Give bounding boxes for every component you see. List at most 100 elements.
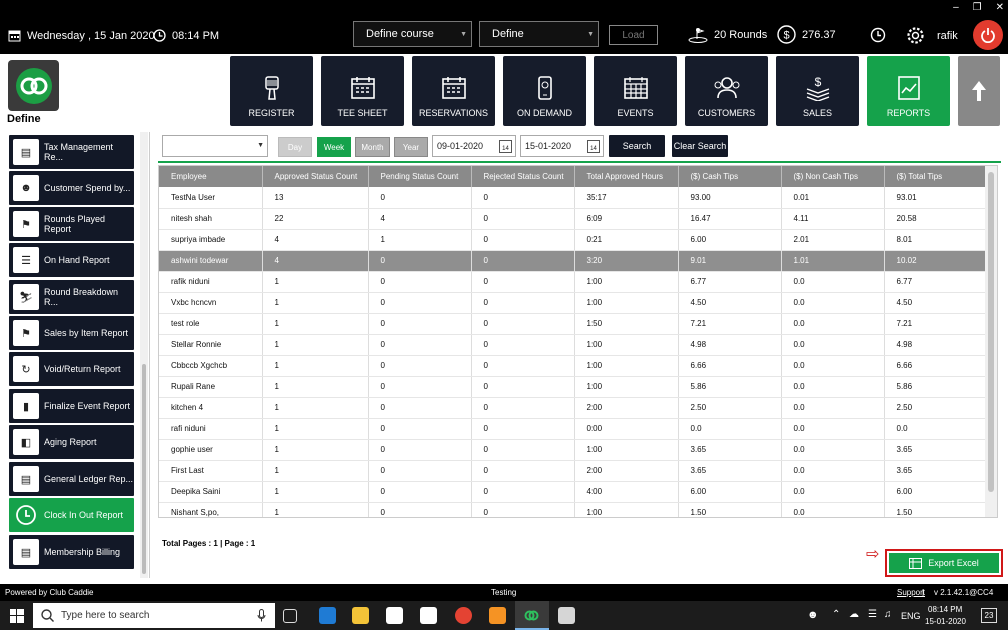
load-button[interactable]: Load xyxy=(609,25,658,45)
from-date-field[interactable]: 09-01-2020 14 xyxy=(432,135,516,157)
clear-search-button[interactable]: Clear Search xyxy=(672,135,728,157)
sidebar-item-aging[interactable]: ◧ Aging Report xyxy=(9,425,134,459)
nav-on-demand[interactable]: ON DEMAND xyxy=(503,56,586,126)
sidebar-item-tax-management[interactable]: ▤ Tax Management Re... xyxy=(9,135,134,169)
column-header[interactable]: Approved Status Count xyxy=(262,166,369,187)
gear-icon xyxy=(907,27,924,44)
sidebar-item-rounds-played[interactable]: ⚑ Rounds Played Report xyxy=(9,207,134,241)
sidebar-item-general-ledger[interactable]: ▤ General Ledger Rep... xyxy=(9,462,134,496)
mail-icon[interactable] xyxy=(420,607,437,624)
sidebar-scrollbar[interactable] xyxy=(140,132,148,578)
scrollbar-thumb[interactable] xyxy=(142,364,146,574)
table-row[interactable]: Deepika Saini 1 0 0 4:00 6.00 0.0 6.00 xyxy=(159,481,988,503)
calendar-icon[interactable]: 14 xyxy=(587,140,600,153)
nav-reservations[interactable]: RESERVATIONS xyxy=(412,56,495,126)
sidebar-item-sales-by-item[interactable]: ⚑ Sales by Item Report xyxy=(9,316,134,350)
calendar-icon xyxy=(441,77,466,99)
table-row[interactable]: TestNa User 13 0 0 35:17 93.00 0.01 93.01 xyxy=(159,187,988,209)
clock-date[interactable]: 15-01-2020 xyxy=(925,617,966,626)
nav-events[interactable]: EVENTS xyxy=(594,56,677,126)
table-row[interactable]: test role 1 0 0 1:50 7.21 0.0 7.21 xyxy=(159,313,988,335)
table-row[interactable]: Stellar Ronnie 1 0 0 1:00 4.98 0.0 4.98 xyxy=(159,334,988,356)
scrollbar-thumb[interactable] xyxy=(988,172,994,492)
column-header[interactable]: ($) Total Tips xyxy=(884,166,988,187)
column-header[interactable]: Total Approved Hours xyxy=(574,166,679,187)
microphone-icon[interactable] xyxy=(257,609,266,622)
table-row[interactable]: Cbbccb Xgchcb 1 0 0 1:00 6.66 0.0 6.66 xyxy=(159,355,988,377)
table-row[interactable]: ashwini todewar 4 0 0 3:20 9.01 1.01 10.02 xyxy=(159,250,988,272)
club-caddie-taskbar-item[interactable] xyxy=(515,601,549,630)
table-row[interactable]: rafi niduni 1 0 0 0:00 0.0 0.0 0.0 xyxy=(159,418,988,440)
course-select[interactable]: Define course ▼ xyxy=(353,21,472,47)
table-row[interactable]: First Last 1 0 0 2:00 3.65 0.0 3.65 xyxy=(159,460,988,482)
sidebar-item-clock-in-out[interactable]: Clock In Out Report xyxy=(9,498,134,532)
table-row[interactable]: kitchen 4 1 0 0 2:00 2.50 0.0 2.50 xyxy=(159,397,988,419)
table-cell: 6.00 xyxy=(678,229,782,251)
restore-icon[interactable]: ❐ xyxy=(973,2,982,13)
notification-badge[interactable]: 23 xyxy=(981,608,997,623)
nav-customers[interactable]: CUSTOMERS xyxy=(685,56,768,126)
chevron-up-icon[interactable]: ⌃ xyxy=(832,609,840,620)
windows-start-icon[interactable] xyxy=(10,609,24,623)
table-row[interactable]: Nishant S,po, 1 0 0 1:00 1.50 0.0 1.50 xyxy=(159,502,988,517)
settings-button[interactable]: rafik xyxy=(906,26,958,45)
sidebar-item-finalize-event[interactable]: ▮ Finalize Event Report xyxy=(9,389,134,423)
taskbar-search-input[interactable]: Type here to search xyxy=(33,603,275,628)
period-week-button[interactable]: Week xyxy=(317,137,351,157)
people-icon[interactable]: ☻ xyxy=(807,609,819,621)
network-icon[interactable]: ☰ xyxy=(868,609,877,620)
export-excel-button[interactable]: Export Excel xyxy=(889,553,999,573)
scroll-up-button[interactable] xyxy=(958,56,1000,126)
column-header[interactable]: Pending Status Count xyxy=(368,166,472,187)
sidebar-item-on-hand[interactable]: ☰ On Hand Report xyxy=(9,243,134,277)
table-row[interactable]: supriya imbade 4 1 0 0:21 6.00 2.01 8.01 xyxy=(159,229,988,251)
table-row[interactable]: gophie user 1 0 0 1:00 3.65 0.0 3.65 xyxy=(159,439,988,461)
sidebar-item-void-return[interactable]: ↻ Void/Return Report xyxy=(9,352,134,386)
club-caddie-logo-icon xyxy=(524,610,539,621)
report-filter-select[interactable]: ▼ xyxy=(162,135,268,157)
table-scrollbar[interactable] xyxy=(985,166,997,517)
task-view-icon[interactable] xyxy=(283,609,297,623)
to-date-field[interactable]: 15-01-2020 14 xyxy=(520,135,604,157)
period-day-button[interactable]: Day xyxy=(278,137,312,157)
table-row[interactable]: rafik niduni 1 0 0 1:00 6.77 0.0 6.77 xyxy=(159,271,988,293)
volume-icon[interactable]: ♫ xyxy=(884,609,892,620)
nav-tee-sheet[interactable]: TEE SHEET xyxy=(321,56,404,126)
column-header[interactable]: ($) Non Cash Tips xyxy=(781,166,885,187)
table-row[interactable]: nitesh shah 22 4 0 6:09 16.47 4.11 20.58 xyxy=(159,208,988,230)
column-header[interactable]: ($) Cash Tips xyxy=(678,166,782,187)
minimize-icon[interactable]: – xyxy=(953,2,959,13)
support-link[interactable]: Support xyxy=(897,588,925,597)
nav-sales[interactable]: $ SALES xyxy=(776,56,859,126)
store-icon[interactable] xyxy=(386,607,403,624)
nav-reports[interactable]: REPORTS xyxy=(867,56,950,126)
edge-browser-icon[interactable] xyxy=(319,607,336,624)
table-cell: supriya imbade xyxy=(159,229,263,251)
table-row[interactable]: Rupali Rane 1 0 0 1:00 5.86 0.0 5.86 xyxy=(159,376,988,398)
table-cell: Stellar Ronnie xyxy=(159,334,263,356)
sublime-icon[interactable] xyxy=(489,607,506,624)
define-select[interactable]: Define ▼ xyxy=(479,21,599,47)
power-button[interactable] xyxy=(973,20,1003,50)
calendar-icon[interactable]: 14 xyxy=(499,140,512,153)
history-button[interactable] xyxy=(870,27,886,43)
sidebar-item-label: Finalize Event Report xyxy=(44,401,131,411)
course-select-value: Define course xyxy=(366,28,434,40)
clock-time[interactable]: 08:14 PM xyxy=(928,605,962,614)
column-header[interactable]: Rejected Status Count xyxy=(471,166,575,187)
close-icon[interactable]: ✕ xyxy=(996,2,1004,13)
language-indicator[interactable]: ENG xyxy=(901,611,921,621)
sidebar-item-round-breakdown[interactable]: ⛷ Round Breakdown R... xyxy=(9,280,134,314)
column-header[interactable]: Employee xyxy=(159,166,263,187)
sidebar-item-membership-billing[interactable]: ▤ Membership Billing xyxy=(9,535,134,569)
sidebar-item-customer-spend[interactable]: ☻ Customer Spend by... xyxy=(9,171,134,205)
cloud-icon[interactable]: ☁ xyxy=(849,609,859,620)
period-year-button[interactable]: Year xyxy=(394,137,428,157)
nav-register[interactable]: REGISTER xyxy=(230,56,313,126)
paint-icon[interactable] xyxy=(558,607,575,624)
table-row[interactable]: Vxbc hcncvn 1 0 0 1:00 4.50 0.0 4.50 xyxy=(159,292,988,314)
chrome-icon[interactable] xyxy=(455,607,472,624)
file-explorer-icon[interactable] xyxy=(352,607,369,624)
search-button[interactable]: Search xyxy=(609,135,665,157)
period-month-button[interactable]: Month xyxy=(355,137,390,157)
